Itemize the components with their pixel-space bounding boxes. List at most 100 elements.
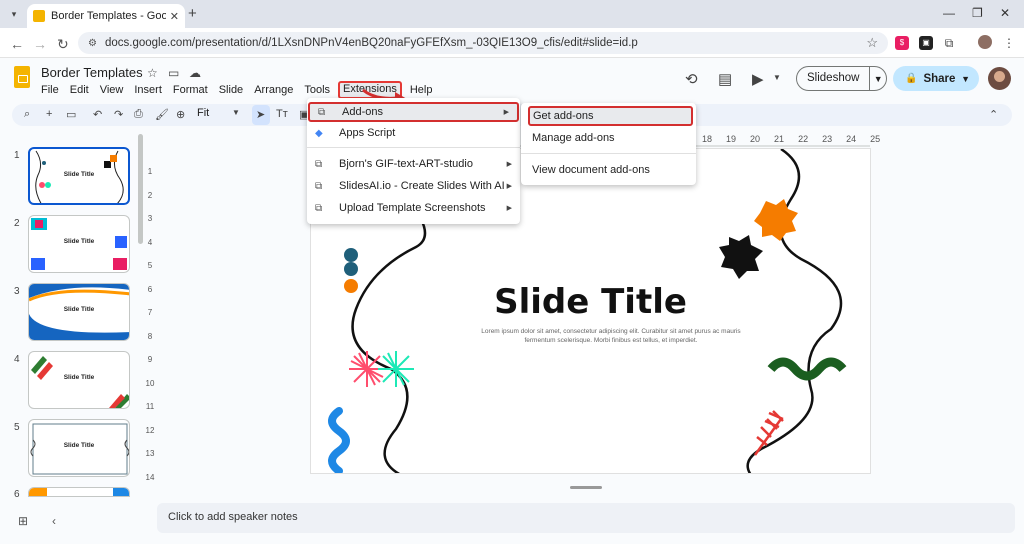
- text-box-icon[interactable]: Tт: [276, 108, 288, 120]
- zoom-select[interactable]: Fit: [197, 107, 209, 119]
- menu-item-gif-studio[interactable]: ⧉ Bjorn's GIF-text-ART-studio ▶: [307, 154, 520, 174]
- zoom-icon[interactable]: ⊕: [176, 108, 185, 121]
- menu-item-upload-template[interactable]: ⧉ Upload Template Screenshots ▶: [307, 198, 520, 218]
- user-avatar[interactable]: [988, 67, 1011, 90]
- ruler-tick: 23: [822, 134, 833, 144]
- slides-logo-icon[interactable]: [14, 66, 30, 88]
- thumb-number: 2: [14, 218, 20, 229]
- grid-view-icon[interactable]: ⊞: [18, 514, 28, 528]
- address-bar[interactable]: ⚙ docs.google.com/presentation/d/1LXsnDN…: [78, 32, 888, 54]
- browser-tab[interactable]: Border Templates - Google Slides ✕: [27, 4, 185, 28]
- menu-insert[interactable]: Insert: [134, 83, 162, 97]
- menu-item-add-ons[interactable]: ⧉ Add-ons ▶: [308, 102, 519, 122]
- submenu-arrow-icon: ▶: [506, 183, 512, 190]
- addon-icon: ⧉: [318, 106, 326, 118]
- tab-search-icon[interactable]: ▾: [6, 6, 22, 22]
- new-tab-button[interactable]: +: [188, 5, 197, 22]
- thumb-number: 1: [14, 150, 20, 161]
- slide-thumbnail[interactable]: Slide Title: [28, 283, 130, 341]
- addon-icon: ⧉: [315, 180, 323, 192]
- slide-title[interactable]: Slide Title: [311, 282, 870, 322]
- menu-format[interactable]: Format: [173, 83, 208, 97]
- ruler-tick: 4: [147, 237, 153, 247]
- forward-icon[interactable]: →: [33, 36, 47, 52]
- collapse-panel-icon[interactable]: ‹: [52, 514, 56, 528]
- star-icon[interactable]: ☆: [147, 66, 158, 80]
- thumb-title: Slide Title: [63, 442, 95, 449]
- speaker-notes[interactable]: Click to add speaker notes: [157, 503, 1015, 533]
- menu-tools[interactable]: Tools: [304, 83, 330, 97]
- slide-thumbnail[interactable]: [28, 487, 130, 497]
- layout-icon[interactable]: ▭: [66, 108, 76, 121]
- ruler-left-labels: 1 2 3 4 5 6 7 8 9 10 11 12 13 14: [145, 160, 155, 489]
- notes-resize-handle[interactable]: [570, 486, 602, 489]
- lock-icon: 🔒: [905, 73, 918, 84]
- menu-item-manage-add-ons[interactable]: Manage add-ons: [521, 128, 696, 148]
- menu-edit[interactable]: Edit: [70, 83, 89, 97]
- slideshow-button[interactable]: Slideshow ▼: [796, 66, 887, 91]
- move-folder-icon[interactable]: ▭: [168, 66, 179, 80]
- ruler-tick: 10: [145, 378, 155, 388]
- collapse-toolbar-icon[interactable]: ⌃: [989, 108, 998, 121]
- document-title[interactable]: Border Templates: [41, 65, 143, 80]
- print-icon[interactable]: ⎙: [134, 108, 143, 121]
- ruler-tick: 25: [870, 134, 881, 144]
- slide-thumbnail[interactable]: Slide Title: [28, 215, 130, 273]
- slideshow-dropdown-icon[interactable]: ▼: [870, 74, 886, 84]
- site-info-icon[interactable]: ⚙: [88, 38, 97, 49]
- menu-item-slidesai[interactable]: ⧉ SlidesAI.io - Create Slides With AI ▶: [307, 176, 520, 196]
- paint-format-icon[interactable]: 🖌: [155, 108, 169, 121]
- submenu-arrow-icon: ▶: [506, 205, 512, 212]
- menu-item-label: Apps Script: [339, 127, 396, 139]
- version-history-icon[interactable]: ⟲: [685, 70, 698, 88]
- close-window-icon[interactable]: ✕: [1000, 6, 1010, 20]
- select-cursor-icon[interactable]: ➤: [256, 108, 265, 121]
- menu-item-label: Add-ons: [342, 106, 383, 118]
- slides-favicon-icon: [33, 10, 45, 22]
- close-tab-icon[interactable]: ✕: [170, 10, 179, 23]
- extension-dollar-icon[interactable]: $: [895, 36, 909, 50]
- zoom-dropdown-icon[interactable]: ▼: [232, 108, 240, 117]
- ruler-tick: 6: [147, 284, 153, 294]
- menu-item-view-document-add-ons[interactable]: View document add-ons: [521, 160, 696, 180]
- slide-subtitle[interactable]: Lorem ipsum dolor sit amet, consectetur …: [471, 327, 751, 345]
- menu-arrange[interactable]: Arrange: [254, 83, 293, 97]
- right-scrollbar[interactable]: [1009, 134, 1015, 500]
- minimize-icon[interactable]: —: [943, 6, 955, 20]
- slideshow-label[interactable]: Slideshow: [797, 67, 871, 90]
- search-menus-icon[interactable]: ⌕: [24, 108, 30, 121]
- bookmark-star-icon[interactable]: ☆: [866, 35, 878, 51]
- share-dropdown-icon[interactable]: ▼: [961, 74, 970, 84]
- reload-icon[interactable]: ↻: [57, 36, 69, 53]
- share-label: Share: [923, 72, 956, 85]
- ruler-tick: 24: [846, 134, 857, 144]
- back-icon[interactable]: ←: [10, 36, 24, 52]
- new-slide-icon[interactable]: +: [46, 108, 52, 120]
- restore-icon[interactable]: ❐: [972, 6, 983, 20]
- slide-thumbnail[interactable]: Slide Title: [28, 147, 130, 205]
- meet-dropdown-icon[interactable]: ▼: [773, 73, 781, 82]
- ruler-tick: 18: [702, 134, 713, 144]
- undo-icon[interactable]: ↶: [93, 108, 102, 121]
- ruler-tick: 19: [726, 134, 737, 144]
- meet-video-icon[interactable]: ▶: [752, 70, 764, 88]
- extensions-puzzle-icon[interactable]: ⧉: [942, 36, 956, 50]
- menu-file[interactable]: File: [41, 83, 59, 97]
- slide-thumbnail[interactable]: Slide Title: [28, 419, 130, 477]
- extension-screenshot-icon[interactable]: ▣: [919, 36, 933, 50]
- menu-slide[interactable]: Slide: [219, 83, 243, 97]
- browser-menu-icon[interactable]: ⋮: [1003, 36, 1015, 50]
- menu-item-apps-script[interactable]: ◆ Apps Script: [307, 123, 520, 143]
- menu-item-get-add-ons[interactable]: Get add-ons: [528, 106, 693, 126]
- slide-thumbnail[interactable]: Slide Title: [28, 351, 130, 409]
- thumb-number: 4: [14, 354, 20, 365]
- redo-icon[interactable]: ↷: [114, 108, 123, 121]
- ruler-tick: 13: [145, 449, 155, 458]
- thumb-title: Slide Title: [63, 374, 95, 381]
- comments-icon[interactable]: ▤: [718, 70, 732, 88]
- share-button[interactable]: 🔒 Share ▼: [893, 66, 979, 91]
- menu-view[interactable]: View: [100, 83, 124, 97]
- browser-profile-avatar[interactable]: [978, 35, 992, 49]
- apps-script-icon: ◆: [315, 127, 323, 139]
- ruler-tick: 22: [798, 134, 809, 144]
